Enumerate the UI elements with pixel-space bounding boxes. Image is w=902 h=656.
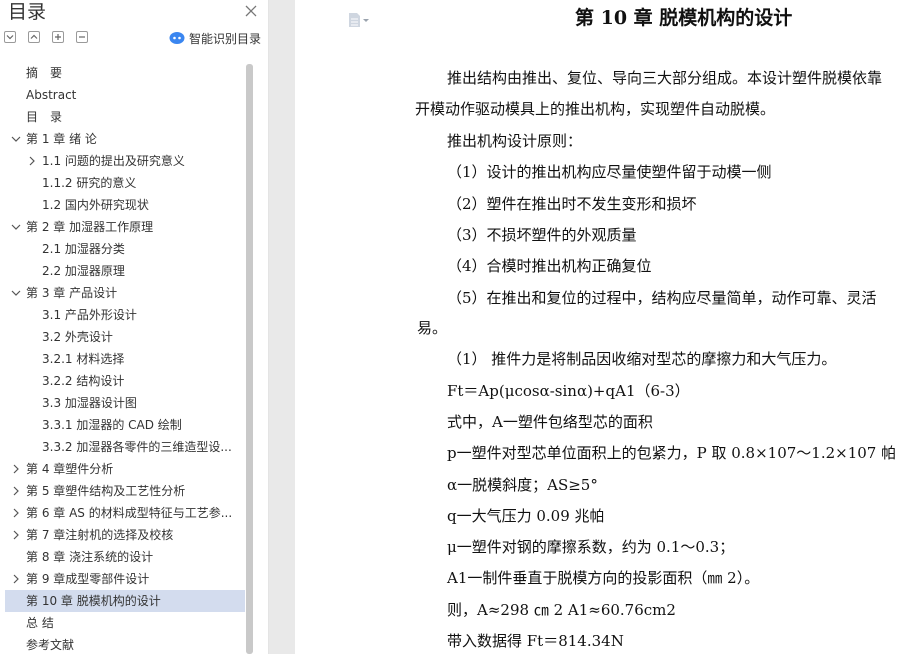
toc-item-label: 第 8 章 浇注系统的设计: [26, 550, 154, 564]
chevron-down-icon[interactable]: [10, 133, 22, 145]
toc-item-label: 1.1.2 研究的意义: [42, 176, 137, 190]
toc-item[interactable]: 1.1.2 研究的意义: [5, 172, 245, 194]
paragraph-line: （3）不损坏塑件的外观质量: [447, 226, 637, 244]
chevron-down-icon[interactable]: [10, 221, 22, 233]
toc-item-label: 1.2 国内外研究现状: [42, 198, 149, 212]
document-page: 第 10 章 脱模机构的设计 推出结构由推出、复位、导向三大部分组成。本设计塑件…: [295, 0, 902, 654]
paragraph-line: 式中，A一塑件包络型芯的面积: [447, 413, 653, 431]
toc-item-label: 第 6 章 AS 的材料成型特征与工艺参...: [26, 506, 233, 520]
toc-item[interactable]: 1.1 问题的提出及研究意义: [5, 150, 245, 172]
toc-item[interactable]: 2.2 加湿器原理: [5, 260, 245, 282]
toc-item-label: 3.2 外壳设计: [42, 330, 113, 344]
chevron-down-icon[interactable]: [10, 287, 22, 299]
paragraph-line: 推出结构由推出、复位、导向三大部分组成。本设计塑件脱模依靠: [447, 69, 883, 87]
toc-item[interactable]: 3.3 加湿器设计图: [5, 392, 245, 414]
toc-item-label: 第 3 章 产品设计: [26, 286, 118, 300]
toc-item-label: 第 1 章 绪 论: [26, 132, 97, 146]
toc-item-label: 3.3 加湿器设计图: [42, 396, 137, 410]
toc-panel-title: 目录: [8, 1, 47, 23]
toc-item[interactable]: 3.3.2 加湿器各零件的三维造型设...: [5, 436, 245, 458]
toc-item-label: 第 4 章塑件分析: [26, 462, 114, 476]
chevron-right-icon[interactable]: [26, 155, 38, 167]
paragraph-line: Ft＝Ap(μcosα-sinα)+qA1（6-3）: [447, 382, 690, 400]
close-icon[interactable]: [242, 2, 260, 20]
toc-item[interactable]: 3.2.1 材料选择: [5, 348, 245, 370]
paragraph-line: 则，A≈298 ㎝ 2 A1≈60.76cm2: [447, 601, 676, 619]
toc-item[interactable]: 3.2 外壳设计: [5, 326, 245, 348]
toc-item[interactable]: 第 1 章 绪 论: [5, 128, 245, 150]
toc-item[interactable]: 目 录: [5, 106, 245, 128]
toc-item-label: 3.3.2 加湿器各零件的三维造型设...: [42, 440, 232, 454]
toc-item-label: 目 录: [26, 110, 63, 124]
document-gutter: [269, 0, 295, 654]
smart-toc-label: 智能识别目录: [189, 31, 262, 46]
toc-item[interactable]: 第 4 章塑件分析: [5, 458, 245, 480]
toc-panel: 目录 智能识别目录 摘 要 Abstract 目 录第 1 章 绪 论 1.1 问题的…: [0, 0, 269, 654]
ai-cloud-icon: [169, 32, 185, 44]
paragraph-line: A1一制件垂直于脱模方向的投影面积（㎜ 2）。: [447, 569, 760, 587]
toc-item[interactable]: 3.2.2 结构设计: [5, 370, 245, 392]
paragraph-line: （2）塑件在推出时不发生变形和损坏: [447, 195, 697, 213]
toc-item-label: Abstract: [26, 88, 77, 102]
toc-item[interactable]: 参考文献: [5, 634, 245, 656]
toc-item[interactable]: 第 3 章 产品设计: [5, 282, 245, 304]
toc-item-label: 1.1 问题的提出及研究意义: [42, 154, 185, 168]
toc-item[interactable]: 第 6 章 AS 的材料成型特征与工艺参...: [5, 502, 245, 524]
toc-item[interactable]: 第 5 章塑件结构及工艺性分析: [5, 480, 245, 502]
toc-item-label: 2.2 加湿器原理: [42, 264, 125, 278]
collapse-all-icon[interactable]: [4, 31, 16, 43]
toc-item[interactable]: Abstract: [5, 84, 245, 106]
toc-item-label: 3.2.1 材料选择: [42, 352, 125, 366]
toc-item-label: 摘 要: [26, 66, 63, 80]
toc-item[interactable]: 第 9 章成型零部件设计: [5, 568, 245, 590]
paragraph-line: （5）在推出和复位的过程中，结构应尽量简单，动作可靠、灵活: [447, 289, 877, 307]
smart-toc-button[interactable]: 智能识别目录: [169, 30, 261, 46]
toc-item-label: 第 7 章注射机的选择及校核: [26, 528, 174, 542]
paragraph-line: 带入数据得 Ft＝814.34N: [447, 632, 624, 650]
paragraph-line: q一大气压力 0.09 兆帕: [447, 507, 605, 525]
chevron-right-icon[interactable]: [10, 485, 22, 497]
toc-item-label: 3.2.2 结构设计: [42, 374, 125, 388]
toc-item[interactable]: 第 2 章 加湿器工作原理: [5, 216, 245, 238]
chevron-right-icon[interactable]: [10, 463, 22, 475]
paragraph-line: 易。: [417, 319, 448, 337]
toc-item-label: 第 2 章 加湿器工作原理: [26, 220, 154, 234]
paragraph-line: μ一塑件对钢的摩擦系数，约为 0.1～0.3；: [447, 538, 735, 556]
expand-up-icon[interactable]: [28, 31, 40, 43]
toc-item[interactable]: 3.3.1 加湿器的 CAD 绘制: [5, 414, 245, 436]
toc-item-label: 2.1 加湿器分类: [42, 242, 125, 256]
chevron-right-icon[interactable]: [10, 529, 22, 541]
paragraph-line: （1） 推件力是将制品因收缩对型芯的摩擦力和大气压力。: [447, 350, 837, 368]
toc-item-active[interactable]: 第 10 章 脱模机构的设计: [5, 590, 245, 612]
paragraph-line: p一塑件对型芯单位面积上的包紧力，P 取 0.8×107～1.2×107 帕: [447, 444, 897, 462]
toc-item[interactable]: 第 7 章注射机的选择及校核: [5, 524, 245, 546]
chevron-right-icon[interactable]: [10, 507, 22, 519]
toc-item-label: 3.3.1 加湿器的 CAD 绘制: [42, 418, 182, 432]
remove-heading-icon[interactable]: [76, 31, 88, 43]
toc-item[interactable]: 摘 要: [5, 62, 245, 84]
chapter-title: 第 10 章 脱模机构的设计: [575, 7, 793, 29]
chevron-right-icon[interactable]: [10, 573, 22, 585]
paragraph-line: 开模动作驱动模具上的推出机构，实现塑件自动脱模。: [415, 100, 776, 118]
toc-item[interactable]: 1.2 国内外研究现状: [5, 194, 245, 216]
toc-item[interactable]: 总 结: [5, 612, 245, 634]
add-heading-icon[interactable]: [52, 31, 64, 43]
toc-item-label: 第 5 章塑件结构及工艺性分析: [26, 484, 186, 498]
toc-item[interactable]: 2.1 加湿器分类: [5, 238, 245, 260]
toc-item[interactable]: 3.1 产品外形设计: [5, 304, 245, 326]
paragraph-line: （4）合模时推出机构正确复位: [447, 257, 652, 275]
toc-item-label: 总 结: [26, 616, 54, 630]
paragraph-line: （1）设计的推出机构应尽量使塑件留于动模一侧: [447, 163, 772, 181]
toc-item-label: 第 9 章成型零部件设计: [26, 572, 150, 586]
toc-item-label: 3.1 产品外形设计: [42, 308, 137, 322]
toc-item-label: 参考文献: [26, 638, 75, 652]
paragraph-line: α一脱模斜度；AS≥5°: [447, 476, 598, 494]
toc-scrollbar-thumb[interactable]: [246, 64, 253, 654]
toc-item[interactable]: 第 8 章 浇注系统的设计: [5, 546, 245, 568]
paragraph-line: 推出机构设计原则：: [447, 132, 583, 150]
toc-item-label: 第 10 章 脱模机构的设计: [26, 594, 161, 608]
document-icon[interactable]: [348, 12, 372, 28]
